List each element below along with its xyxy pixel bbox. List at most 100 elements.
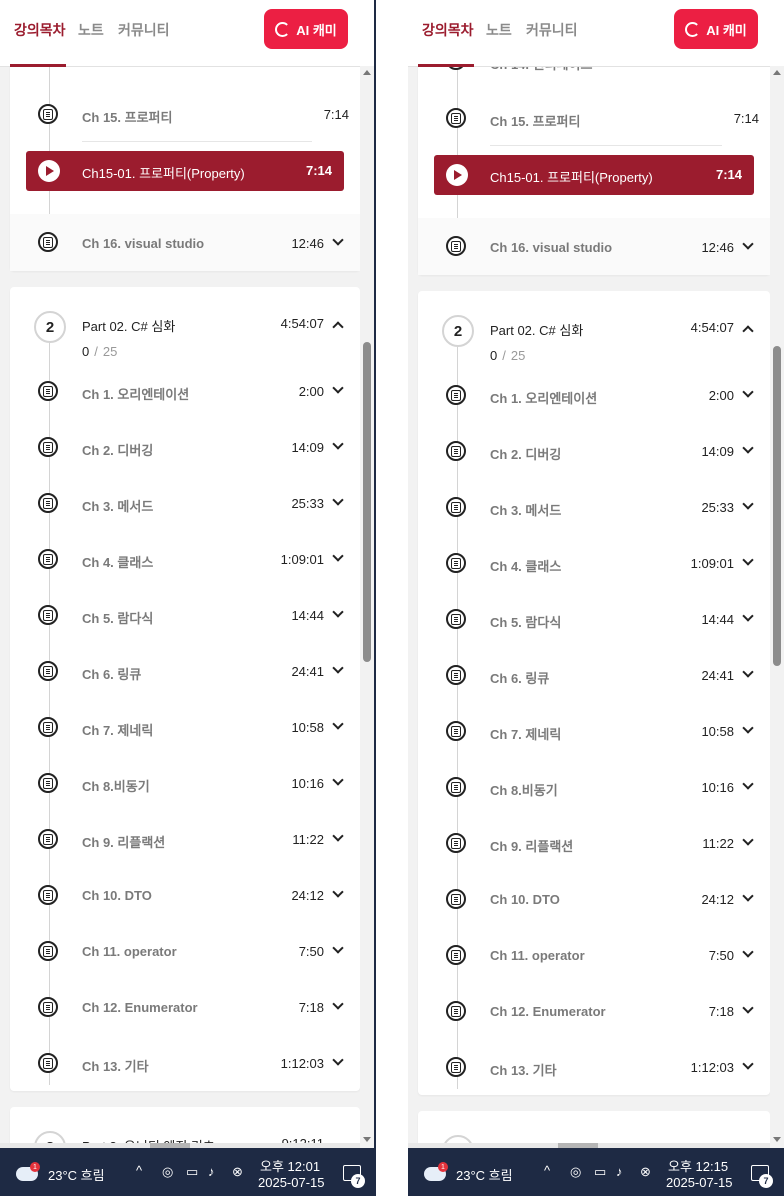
clock-time[interactable]: 오후 12:15 [668,1156,728,1175]
chevron-down-icon[interactable] [742,498,754,510]
chapter-title[interactable]: Ch 3. 메서드 [82,496,153,515]
chevron-down-icon[interactable] [332,550,344,562]
chapter-title[interactable]: Ch 4. 클래스 [490,556,561,575]
scroll-thumb[interactable] [773,346,781,666]
chevron-down-icon[interactable] [742,946,754,958]
chapter-title[interactable]: Ch 6. 링큐 [490,668,549,687]
chapter-title[interactable]: Ch 11. operator [82,944,177,959]
chapter-title[interactable]: Ch 7. 제네릭 [490,724,561,743]
chevron-down-icon[interactable] [332,438,344,450]
current-lesson[interactable]: Ch15-01. 프로퍼티(Property) 7:14 [26,151,344,191]
chevron-down-icon[interactable] [742,778,754,790]
chapter-title[interactable]: Ch 5. 람다식 [490,612,561,631]
chevron-down-icon[interactable] [332,606,344,618]
chapter-title[interactable]: Ch 6. 링큐 [82,664,141,683]
chevron-down-icon[interactable] [332,494,344,506]
chevron-up-icon[interactable]: ^ [136,1163,142,1178]
chevron-up-icon[interactable]: ^ [544,1163,550,1178]
chapter-title[interactable]: Ch 7. 제네릭 [82,720,153,739]
chapter-title[interactable]: Ch 9. 리플랙션 [82,832,165,851]
network-icon[interactable]: ▭ [186,1164,198,1180]
ai-cami-button[interactable]: AI 캐미 [674,9,758,49]
part-title[interactable]: Part 02. C# 심화 [82,316,175,335]
chapter-title[interactable]: Ch 16. visual studio [82,236,204,251]
chevron-down-icon[interactable] [742,386,754,398]
scroll-up-arrow[interactable] [773,70,781,75]
tab-notes[interactable]: 노트 [78,20,104,40]
tab-curriculum[interactable]: 강의목차 [422,20,474,40]
scroll-down-arrow[interactable] [363,1137,371,1142]
mute-icon[interactable]: ⊗ [640,1164,651,1180]
vertical-scrollbar[interactable] [360,66,374,1148]
chevron-down-icon[interactable] [742,610,754,622]
tab-notes[interactable]: 노트 [486,20,512,40]
curriculum-list: Ch 14. 인터페이스Ch 15. 프로퍼티7:14Ch15-01. 프로퍼티… [408,0,784,1148]
weather-text[interactable]: 23°C 흐림 [456,1165,513,1184]
scroll-thumb[interactable] [363,342,371,662]
chapter-title[interactable]: Ch 1. 오리엔테이션 [82,384,189,403]
chapter-title[interactable]: Ch 15. 프로퍼티 [490,111,580,130]
clock-time[interactable]: 오후 12:01 [260,1156,320,1175]
lesson-doc-icon [38,661,58,681]
chevron-down-icon[interactable] [332,942,344,954]
chapter-title[interactable]: Ch 10. DTO [490,892,560,907]
chapter-separator [82,141,312,142]
chapter-title[interactable]: Ch 2. 디버깅 [82,440,153,459]
chapter-title[interactable]: Ch 3. 메서드 [490,500,561,519]
volume-icon[interactable]: ♪ [616,1164,623,1179]
vertical-scrollbar[interactable] [770,66,784,1148]
network-icon[interactable]: ▭ [594,1164,606,1180]
chevron-down-icon[interactable] [332,1054,344,1066]
chevron-down-icon[interactable] [742,834,754,846]
ai-cami-button[interactable]: AI 캐미 [264,9,348,49]
volume-icon[interactable]: ♪ [208,1164,215,1179]
chapter-title[interactable]: Ch 15. 프로퍼티 [82,107,172,126]
chapter-title[interactable]: Ch 1. 오리엔테이션 [490,388,597,407]
tab-curriculum[interactable]: 강의목차 [14,20,66,40]
clock-date[interactable]: 2025-07-15 [666,1175,733,1190]
tab-community[interactable]: 커뮤니티 [118,20,170,40]
chapter-title[interactable]: Ch 2. 디버깅 [490,444,561,463]
chevron-down-icon[interactable] [332,718,344,730]
chapter-title[interactable]: Ch 12. Enumerator [82,1000,198,1015]
scroll-down-arrow[interactable] [773,1137,781,1142]
chevron-up-icon[interactable] [742,325,754,337]
chapter-title[interactable]: Ch 16. visual studio [490,240,612,255]
chapter-title[interactable]: Ch 13. 기타 [490,1060,557,1079]
chevron-down-icon[interactable] [742,1058,754,1070]
chevron-down-icon[interactable] [332,382,344,394]
chevron-down-icon[interactable] [332,998,344,1010]
current-lesson[interactable]: Ch15-01. 프로퍼티(Property) 7:14 [434,155,754,195]
chapter-title[interactable]: Ch 10. DTO [82,888,152,903]
chevron-down-icon[interactable] [332,662,344,674]
chapter-title[interactable]: Ch 4. 클래스 [82,552,153,571]
chevron-down-icon[interactable] [332,774,344,786]
chevron-up-icon[interactable] [332,321,344,333]
chevron-down-icon[interactable] [742,1002,754,1014]
chevron-down-icon[interactable] [742,666,754,678]
chapter-title[interactable]: Ch 11. operator [490,948,585,963]
chevron-down-icon[interactable] [332,886,344,898]
chevron-down-icon[interactable] [742,442,754,454]
notification-count: 7 [759,1174,773,1188]
chevron-down-icon[interactable] [742,554,754,566]
meet-icon[interactable]: ◎ [162,1164,173,1180]
chapter-title[interactable]: Ch 8.비동기 [490,780,558,799]
chevron-down-icon[interactable] [742,890,754,902]
chapter-duration: 7:14 [323,107,349,122]
chapter-duration: 25:33 [291,496,324,511]
chapter-title[interactable]: Ch 9. 리플랙션 [490,836,573,855]
tab-community[interactable]: 커뮤니티 [526,20,578,40]
chapter-title[interactable]: Ch 5. 람다식 [82,608,153,627]
chapter-title[interactable]: Ch 13. 기타 [82,1056,149,1075]
scroll-up-arrow[interactable] [363,70,371,75]
mute-icon[interactable]: ⊗ [232,1164,243,1180]
chevron-down-icon[interactable] [742,722,754,734]
chapter-title[interactable]: Ch 8.비동기 [82,776,150,795]
chevron-down-icon[interactable] [332,830,344,842]
meet-icon[interactable]: ◎ [570,1164,581,1180]
part-title[interactable]: Part 02. C# 심화 [490,320,583,339]
clock-date[interactable]: 2025-07-15 [258,1175,325,1190]
weather-text[interactable]: 23°C 흐림 [48,1165,105,1184]
chapter-title[interactable]: Ch 12. Enumerator [490,1004,606,1019]
